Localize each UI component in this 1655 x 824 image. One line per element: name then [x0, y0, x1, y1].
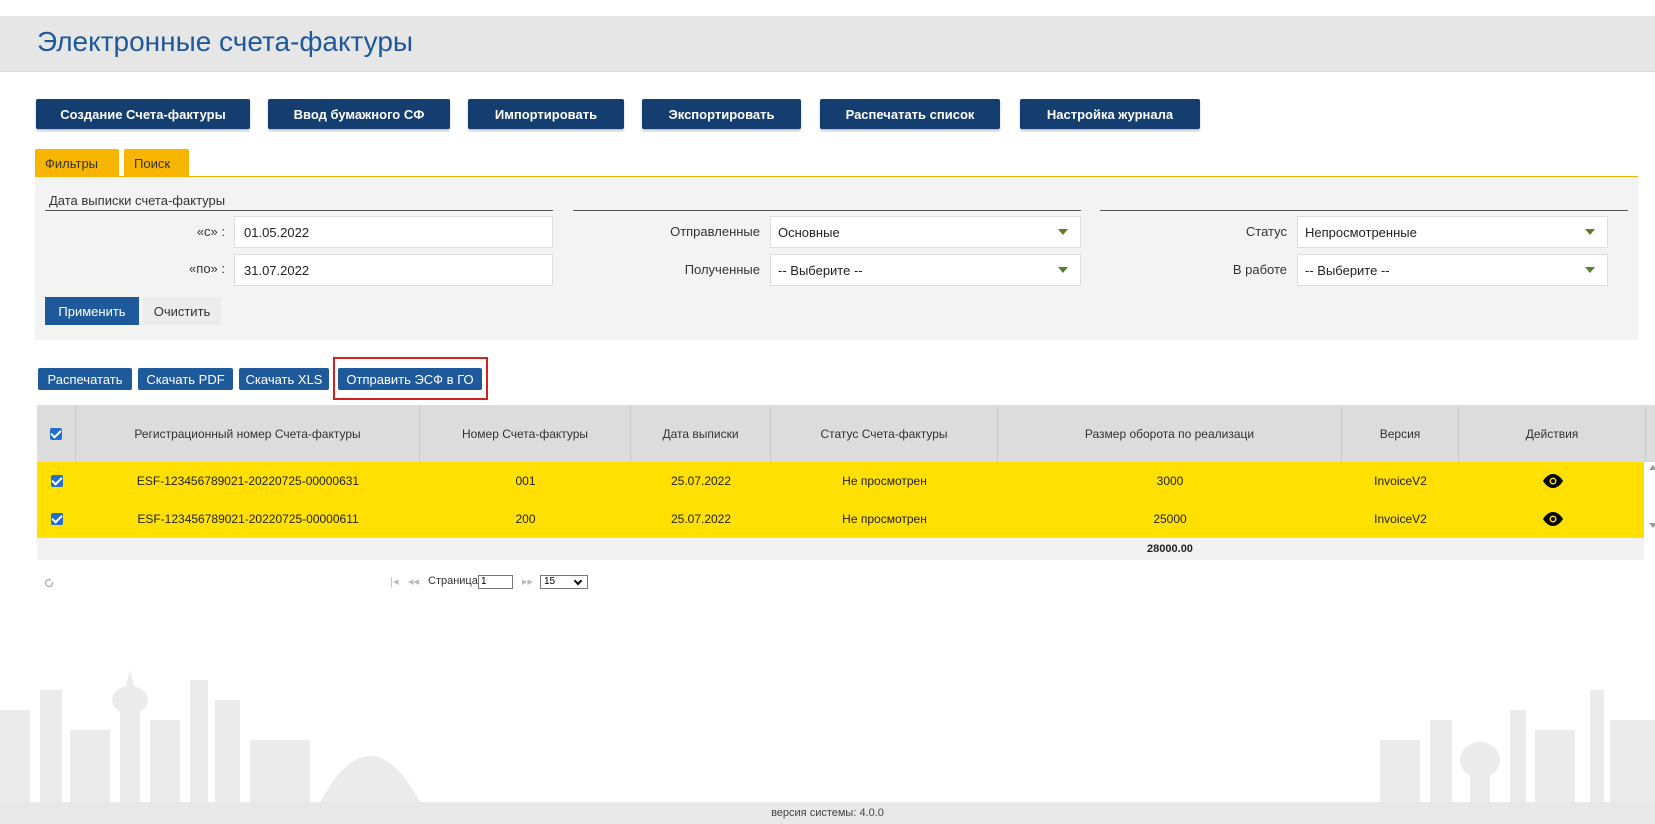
table-row[interactable]: ESF-123456789021-20220725-00000631 001 2… — [37, 462, 1644, 500]
inwork-select[interactable]: -- Выберите -- — [1297, 254, 1608, 286]
date-group-title: Дата выписки счета-фактуры — [49, 193, 226, 208]
row-checkbox[interactable] — [50, 475, 63, 487]
inwork-label: В работе — [1232, 262, 1287, 277]
sent-group-divider — [573, 210, 1081, 211]
actions-cell — [1459, 500, 1646, 538]
filter-tabs: Фильтры Поиск — [35, 149, 1638, 177]
total-row: 28000.00 — [37, 538, 1644, 560]
export-button[interactable]: Экспортировать — [642, 99, 801, 129]
turnover-cell: 25000 — [1153, 512, 1187, 526]
page-header: Электронные счета-фактуры — [0, 16, 1655, 72]
turnover-cell: 3000 — [1156, 474, 1184, 488]
status-select[interactable]: Непросмотренные — [1297, 216, 1608, 248]
received-label: Полученные — [684, 262, 760, 277]
turnover-total: 28000.00 — [1147, 543, 1193, 555]
select-all-checkbox[interactable] — [50, 427, 62, 440]
page-size-value: 15 — [544, 576, 556, 587]
date-from-input[interactable]: 01.05.2022 — [234, 216, 553, 248]
dropdown-arrow-icon — [1585, 267, 1595, 273]
page-title: Электронные счета-фактуры — [37, 26, 414, 57]
page-input[interactable]: 1 — [478, 575, 513, 589]
paper-invoice-button[interactable]: Ввод бумажного СФ — [268, 99, 450, 129]
print-list-button[interactable]: Распечатать список — [820, 99, 1000, 129]
col-turnover[interactable]: Размер оборота по реализаци — [998, 405, 1342, 462]
view-eye-icon[interactable] — [1541, 473, 1565, 489]
journal-settings-button[interactable]: Настройка журнала — [1020, 99, 1200, 129]
import-button[interactable]: Импортировать — [468, 99, 624, 129]
invoice-number-cell: 200 — [515, 512, 536, 526]
invoice-number-cell: 001 — [515, 474, 536, 488]
received-select[interactable]: -- Выберите -- — [770, 254, 1081, 286]
status-select-value: Непросмотренные — [1305, 224, 1417, 240]
page-size-select[interactable]: 15 — [540, 575, 588, 589]
col-version[interactable]: Версия — [1342, 405, 1459, 462]
download-xls-button[interactable]: Скачать XLS — [239, 368, 329, 390]
footer: версия системы: 4.0.0 — [0, 802, 1655, 824]
dropdown-arrow-icon — [1058, 229, 1068, 235]
first-page-icon[interactable]: |◂ — [390, 575, 398, 588]
prev-page-icon[interactable]: ◂◂ — [408, 575, 419, 588]
status-group-divider — [1100, 210, 1628, 211]
reg-number-cell: ESF-123456789021-20220725-00000611 — [137, 512, 359, 526]
scroll-up-icon[interactable] — [1649, 465, 1655, 470]
issue-date-cell: 25.07.2022 — [670, 512, 732, 526]
apply-button[interactable]: Применить — [45, 297, 139, 325]
status-cell: Не просмотрен — [842, 474, 927, 488]
system-version: версия системы: 4.0.0 — [771, 807, 884, 819]
chevron-down-icon — [573, 576, 583, 586]
version-cell: InvoiceV2 — [1374, 474, 1427, 488]
date-to-label: «по» : — [189, 261, 225, 276]
view-eye-icon[interactable] — [1541, 511, 1565, 527]
scroll-down-icon[interactable] — [1649, 523, 1655, 528]
refresh-icon[interactable] — [44, 578, 54, 588]
filters-panel: Дата выписки счета-фактуры «с» : 01.05.2… — [35, 177, 1638, 340]
grid-header: Регистрационный номер Счета-фактуры Номе… — [37, 405, 1655, 462]
col-actions: Действия — [1459, 405, 1646, 462]
sent-label: Отправленные — [670, 224, 760, 239]
issue-date-cell: 25.07.2022 — [670, 474, 732, 488]
version-cell: InvoiceV2 — [1374, 512, 1427, 526]
table-row[interactable]: ESF-123456789021-20220725-00000611 200 2… — [37, 500, 1644, 538]
date-group-divider — [45, 210, 553, 211]
row-select-cell — [37, 462, 76, 500]
date-from-label: «с» : — [196, 224, 225, 239]
download-pdf-button[interactable]: Скачать PDF — [138, 368, 233, 390]
row-checkbox[interactable] — [50, 513, 63, 525]
sent-select-value: Основные — [778, 224, 840, 240]
tab-filters[interactable]: Фильтры — [35, 149, 119, 177]
col-invoice-number[interactable]: Номер Счета-фактуры — [420, 405, 631, 462]
select-all-cell — [37, 405, 76, 462]
status-label: Статус — [1245, 224, 1287, 239]
col-issue-date[interactable]: Дата выписки — [631, 405, 771, 462]
create-invoice-button[interactable]: Создание Счета-фактуры — [36, 99, 250, 129]
dropdown-arrow-icon — [1585, 229, 1595, 235]
inwork-select-value: -- Выберите -- — [1305, 262, 1390, 278]
page-label: Страница — [428, 575, 478, 587]
reg-number-cell: ESF-123456789021-20220725-00000631 — [136, 474, 360, 488]
next-page-icon[interactable]: ▸▸ — [522, 575, 533, 588]
date-to-input[interactable]: 31.07.2022 — [234, 254, 553, 286]
print-button[interactable]: Распечатать — [38, 368, 132, 390]
actions-cell — [1459, 462, 1646, 500]
send-esf-highlight-frame — [333, 357, 488, 400]
col-reg-number[interactable]: Регистрационный номер Счета-фактуры — [76, 405, 420, 462]
sent-select[interactable]: Основные — [770, 216, 1081, 248]
received-select-value: -- Выберите -- — [778, 262, 863, 278]
col-status[interactable]: Статус Счета-фактуры — [771, 405, 998, 462]
clear-button[interactable]: Очистить — [143, 297, 221, 325]
city-skyline-decoration — [0, 670, 1655, 802]
dropdown-arrow-icon — [1058, 267, 1068, 273]
tab-search[interactable]: Поиск — [124, 149, 189, 177]
status-cell: Не просмотрен — [842, 512, 927, 526]
row-select-cell — [37, 500, 76, 538]
